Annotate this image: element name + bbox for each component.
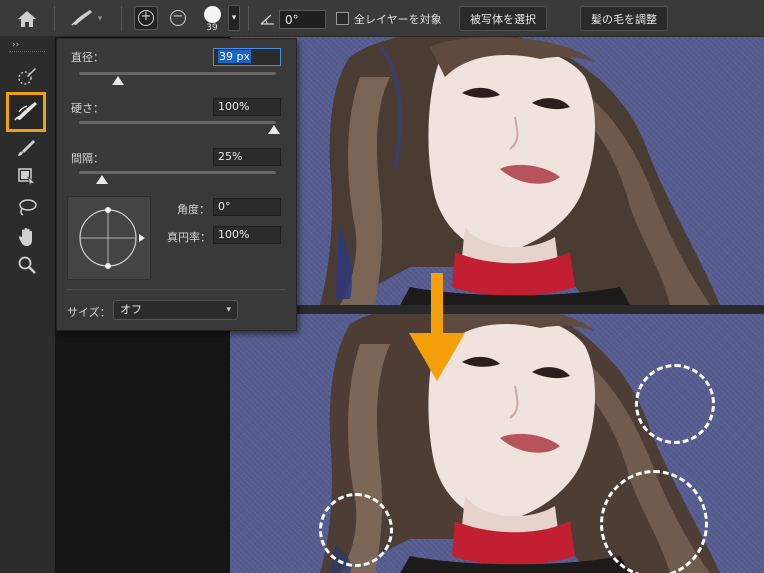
brush-picker-dropdown[interactable]: ▾ [228, 5, 240, 31]
refine-hair-button[interactable]: 髪の毛を調整 [580, 6, 668, 31]
refine-edge-brush-icon [14, 100, 38, 125]
sample-all-layers-checkbox[interactable]: 全レイヤーを対象 [336, 0, 456, 37]
diameter-value: 39 px [218, 50, 251, 63]
size-control-select[interactable]: オフ ▾ [113, 300, 238, 320]
down-arrow-icon [406, 273, 468, 383]
diameter-slider-thumb[interactable] [111, 76, 124, 85]
object-selection-icon [17, 167, 37, 190]
angle-icon [258, 0, 276, 37]
zoom-tool[interactable] [9, 251, 45, 281]
tools-panel: ›› [0, 37, 55, 573]
brush-angle-roundness-preview[interactable] [67, 196, 151, 280]
refine-edge-brush-tool[interactable] [6, 92, 46, 132]
brush-settings-popup: 直径： 39 px 硬さ： 100% 間隔： 25% 角度： 0° 真円率： 1… [56, 38, 297, 331]
magnifier-icon [17, 255, 37, 278]
brush-icon [16, 137, 38, 160]
hand-tool[interactable] [9, 223, 45, 253]
highlight-circle [600, 470, 708, 573]
hand-icon [18, 227, 36, 250]
hardness-label: 硬さ： [71, 102, 104, 115]
chevron-down-icon: ▾ [226, 305, 231, 315]
object-selection-tool[interactable] [9, 163, 45, 193]
spacing-slider-track[interactable] [79, 171, 276, 174]
size-label: サイズ： [67, 306, 111, 319]
select-subject-button[interactable]: 被写体を選択 [459, 6, 547, 31]
document-canvas[interactable] [230, 37, 764, 573]
angle-label: 角度： [177, 203, 210, 216]
lasso-icon [16, 197, 38, 220]
checkbox-box [336, 12, 349, 25]
hardness-input[interactable]: 100% [213, 98, 281, 116]
tool-preset-picker[interactable]: ▾ [64, 0, 108, 37]
home-icon[interactable] [14, 0, 40, 37]
size-control-value: オフ [120, 303, 142, 316]
roundness-label: 真円率： [167, 231, 211, 244]
options-bar: ▾ + − 39 ▾ 0° 全レイヤーを対象 被写体を選択 髪の毛を調整 [0, 0, 764, 37]
erase-mode-button[interactable]: − [166, 6, 190, 30]
quick-selection-tool[interactable] [9, 62, 45, 92]
brush-tip-preview-icon [203, 5, 221, 23]
plus-circle-icon: + [138, 10, 154, 26]
spacing-label: 間隔： [71, 152, 104, 165]
brush-size-preview: 39 [206, 22, 218, 33]
toolbar-grip[interactable] [9, 51, 45, 54]
hardness-slider-thumb[interactable] [268, 125, 280, 134]
lasso-tool[interactable] [9, 193, 45, 223]
popup-divider [67, 289, 285, 290]
diameter-slider-track[interactable] [79, 72, 276, 75]
brush-tool[interactable] [9, 133, 45, 163]
quick-selection-icon [16, 65, 38, 90]
highlight-circle [319, 493, 393, 567]
collapse-panel-button[interactable]: ›› [12, 40, 19, 50]
comparison-divider [230, 305, 764, 314]
angle-field[interactable]: 0° [213, 198, 281, 216]
photo-before [230, 37, 764, 305]
minus-circle-icon: − [170, 10, 186, 26]
chevron-down-icon: ▾ [231, 13, 237, 23]
hardness-slider-track[interactable] [79, 121, 276, 124]
spacing-slider-thumb[interactable] [96, 175, 109, 184]
highlight-circle [635, 364, 715, 444]
brush-settings-picker[interactable]: 39 [198, 0, 226, 37]
chevron-down-icon: ▾ [97, 13, 103, 24]
sample-all-layers-label: 全レイヤーを対象 [354, 12, 442, 26]
angle-input[interactable]: 0° [279, 10, 326, 29]
roundness-input[interactable]: 100% [213, 226, 281, 244]
refine-brush-preset-icon [70, 7, 96, 30]
expand-mode-button[interactable]: + [134, 6, 158, 30]
diameter-label: 直径： [71, 51, 104, 64]
spacing-input[interactable]: 25% [213, 148, 281, 166]
diameter-input[interactable]: 39 px [213, 48, 281, 66]
